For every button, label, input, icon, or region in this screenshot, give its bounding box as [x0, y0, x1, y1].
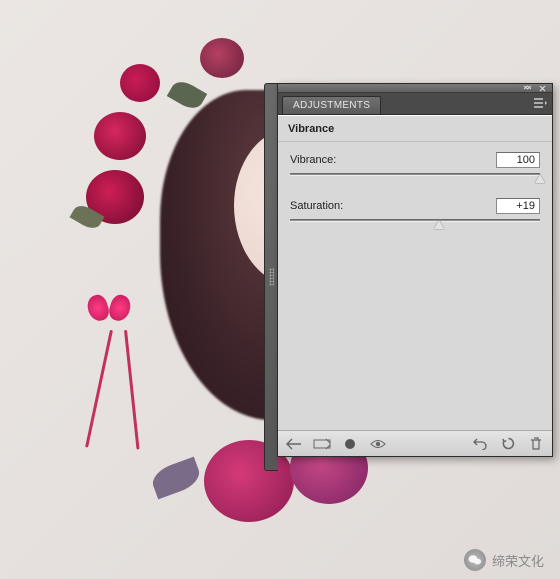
- saturation-slider[interactable]: [290, 218, 540, 230]
- panel-menu-icon[interactable]: [532, 96, 548, 110]
- saturation-control: Saturation:: [290, 198, 540, 230]
- watermark: 缔荣文化: [464, 549, 544, 571]
- panel-dock-grip[interactable]: [264, 83, 278, 471]
- collapse-icon[interactable]: [522, 85, 533, 91]
- saturation-slider-thumb[interactable]: [434, 220, 444, 229]
- toggle-visibility-icon[interactable]: [368, 435, 388, 453]
- panel-content: Vibrance: Saturation:: [278, 142, 552, 430]
- butterfly-icon: [88, 295, 130, 331]
- saturation-value-input[interactable]: [496, 198, 540, 214]
- panel-topbar: [278, 84, 552, 93]
- vibrance-slider-thumb[interactable]: [535, 174, 545, 183]
- saturation-label: Saturation:: [290, 200, 343, 212]
- reset-icon[interactable]: [498, 435, 518, 453]
- expanded-view-icon[interactable]: [312, 435, 332, 453]
- previous-state-icon[interactable]: [470, 435, 490, 453]
- tab-adjustments[interactable]: ADJUSTMENTS: [282, 96, 381, 114]
- panel-body: Vibrance Vibrance: Saturation:: [278, 115, 552, 456]
- close-icon[interactable]: [537, 85, 548, 91]
- panel-tab-bar: ADJUSTMENTS: [278, 93, 552, 115]
- clip-to-layer-icon[interactable]: [340, 435, 360, 453]
- wechat-icon: [464, 549, 486, 571]
- vibrance-label: Vibrance:: [290, 154, 336, 166]
- vibrance-value-input[interactable]: [496, 152, 540, 168]
- watermark-text: 缔荣文化: [492, 551, 544, 570]
- adjustments-panel: ADJUSTMENTS Vibrance Vibrance:: [264, 83, 553, 457]
- adjustment-title: Vibrance: [278, 116, 552, 142]
- vibrance-control: Vibrance:: [290, 152, 540, 184]
- delete-icon[interactable]: [526, 435, 546, 453]
- vibrance-slider[interactable]: [290, 172, 540, 184]
- panel-footer: [278, 430, 552, 456]
- back-arrow-icon[interactable]: [284, 435, 304, 453]
